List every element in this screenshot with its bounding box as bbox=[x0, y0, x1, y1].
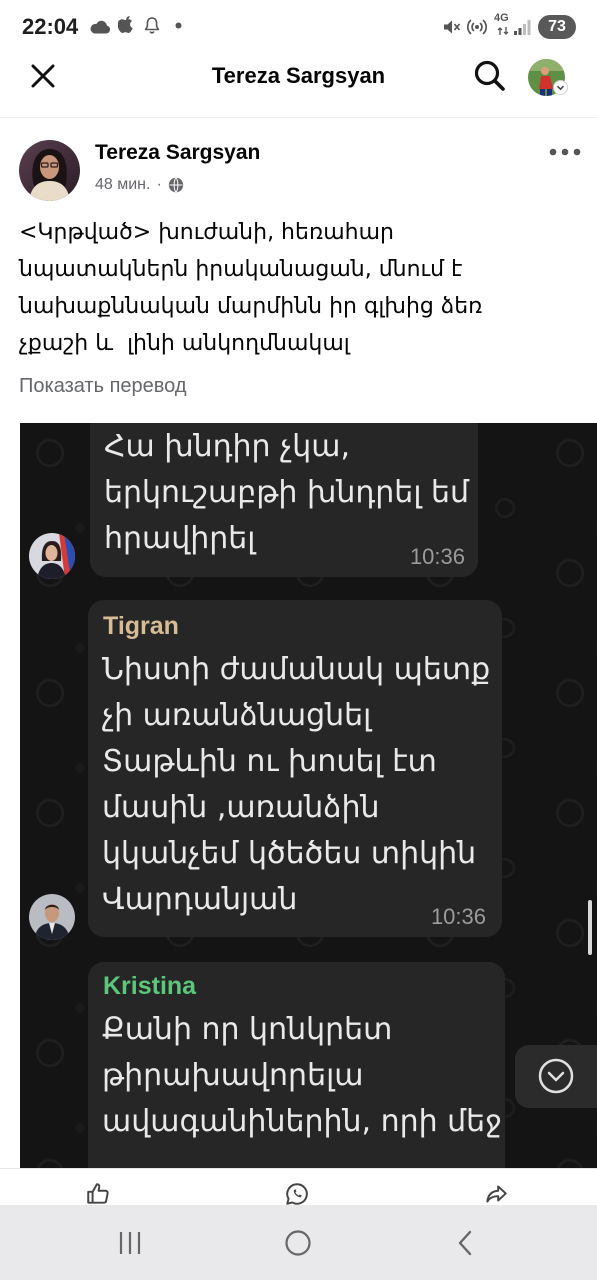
whatsapp-share-button[interactable] bbox=[284, 1181, 310, 1207]
hotspot-icon bbox=[466, 16, 488, 38]
signal-icon bbox=[513, 18, 531, 36]
show-translation-link[interactable]: Показать перевод bbox=[19, 374, 187, 398]
post-text-line: չքաշի և լինի անկողմնակալ bbox=[19, 331, 350, 356]
post-image[interactable]: Հա խնդիր չկա, երկուշաբթի խնդրել եմ հրավի… bbox=[20, 423, 597, 1168]
search-button[interactable] bbox=[473, 59, 507, 93]
message-line: Քանի որ կոնկրետ bbox=[102, 1012, 393, 1047]
status-bar: 22:04 4G 73 bbox=[0, 0, 597, 55]
message-text: Քանի որ կոնկրետ թիրախավորելա ավագանիների… bbox=[102, 1007, 502, 1145]
notification-bell-icon bbox=[143, 16, 161, 35]
network-type: 4G bbox=[494, 12, 509, 24]
message-bubble: Kristina Քանի որ կոնկրետ թիրախավորելա ավ… bbox=[88, 962, 505, 1168]
message-sender: Kristina bbox=[103, 972, 197, 1000]
network-arrows-icon bbox=[496, 26, 510, 36]
post-text-line: նախաքննական մարմինն իր գլխից ձեռ bbox=[19, 294, 483, 319]
search-icon bbox=[474, 60, 505, 91]
battery-icon: 73 bbox=[538, 15, 576, 39]
apple-icon bbox=[118, 15, 134, 34]
recent-apps-icon bbox=[119, 1232, 141, 1254]
status-time: 22:04 bbox=[22, 14, 79, 39]
thumbs-up-icon bbox=[87, 1183, 109, 1204]
message-text: Նիստի ժամանակ պետք չի առանձնացնել Տաթևին… bbox=[102, 647, 490, 923]
recent-apps-button[interactable] bbox=[116, 1230, 144, 1256]
post-action-bar bbox=[0, 1168, 597, 1206]
message-sender: Tigran bbox=[103, 612, 179, 640]
post-text-line: <Կրթված> խուժանի, հեռահար bbox=[19, 220, 394, 245]
post-time[interactable]: 48 мин. bbox=[95, 175, 150, 195]
page-title: Tereza Sargsyan bbox=[211, 63, 386, 88]
post-meta: 48 мин. · bbox=[95, 175, 184, 195]
back-button[interactable] bbox=[454, 1229, 476, 1257]
sender-avatar bbox=[29, 533, 75, 579]
chat-scrollbar bbox=[588, 900, 592, 955]
more-dots-icon bbox=[549, 148, 581, 156]
post-more-button[interactable] bbox=[549, 146, 581, 158]
dot-icon bbox=[175, 22, 182, 29]
message-line: թիրախավորելա bbox=[102, 1058, 364, 1093]
header-divider bbox=[0, 117, 597, 118]
home-icon bbox=[285, 1230, 311, 1256]
meta-separator: · bbox=[156, 176, 162, 193]
home-button[interactable] bbox=[284, 1229, 312, 1257]
message-line: Հա խնդիր չկա, bbox=[104, 429, 351, 464]
scroll-down-button bbox=[515, 1045, 597, 1108]
back-icon bbox=[458, 1230, 472, 1256]
cloud-icon bbox=[89, 19, 111, 34]
post-author[interactable]: Tereza Sargsyan bbox=[95, 141, 260, 165]
profile-menu-button[interactable] bbox=[528, 57, 568, 97]
message-time: 10:36 bbox=[430, 904, 486, 929]
chevron-down-icon bbox=[553, 80, 568, 95]
author-avatar[interactable] bbox=[19, 140, 80, 201]
message-time: 10:36 bbox=[409, 544, 465, 569]
message-line: մասին ,առանձին bbox=[102, 790, 380, 825]
like-button[interactable] bbox=[85, 1181, 111, 1207]
share-button[interactable] bbox=[483, 1181, 509, 1207]
message-bubble: Հա խնդիր չկա, երկուշաբթի խնդրել եմ հրավի… bbox=[90, 423, 478, 577]
message-line: ավագանիներին, որի մեջ bbox=[102, 1104, 502, 1139]
share-icon bbox=[486, 1185, 507, 1203]
system-nav-bar bbox=[0, 1205, 597, 1280]
message-text: Հա խնդիր չկա, երկուշաբթի խնդրել եմ հրավի… bbox=[104, 424, 469, 562]
message-line: կկանչեմ կծեծես տիկին bbox=[102, 836, 477, 871]
post-text-line: նպատակներն իրականացան, մնում է bbox=[19, 257, 463, 282]
message-line: Տաթևին ու խոսել էտ bbox=[102, 744, 437, 779]
mute-icon bbox=[441, 17, 461, 37]
message-line: չի առանձնացնել bbox=[102, 698, 372, 733]
message-bubble: Tigran Նիստի ժամանակ պետք չի առանձնացնել… bbox=[88, 600, 502, 937]
message-line: երկուշաբթի խնդրել եմ bbox=[104, 475, 470, 510]
whatsapp-icon bbox=[286, 1183, 308, 1205]
message-line: Նիստի ժամանակ պետք bbox=[102, 652, 491, 687]
sender-avatar bbox=[29, 894, 75, 940]
globe-icon bbox=[168, 177, 184, 193]
chevron-down-circle-icon bbox=[537, 1057, 575, 1095]
post-text: <Կրթված> խուժանի, հեռահար նպատակներն իրա… bbox=[19, 214, 482, 362]
